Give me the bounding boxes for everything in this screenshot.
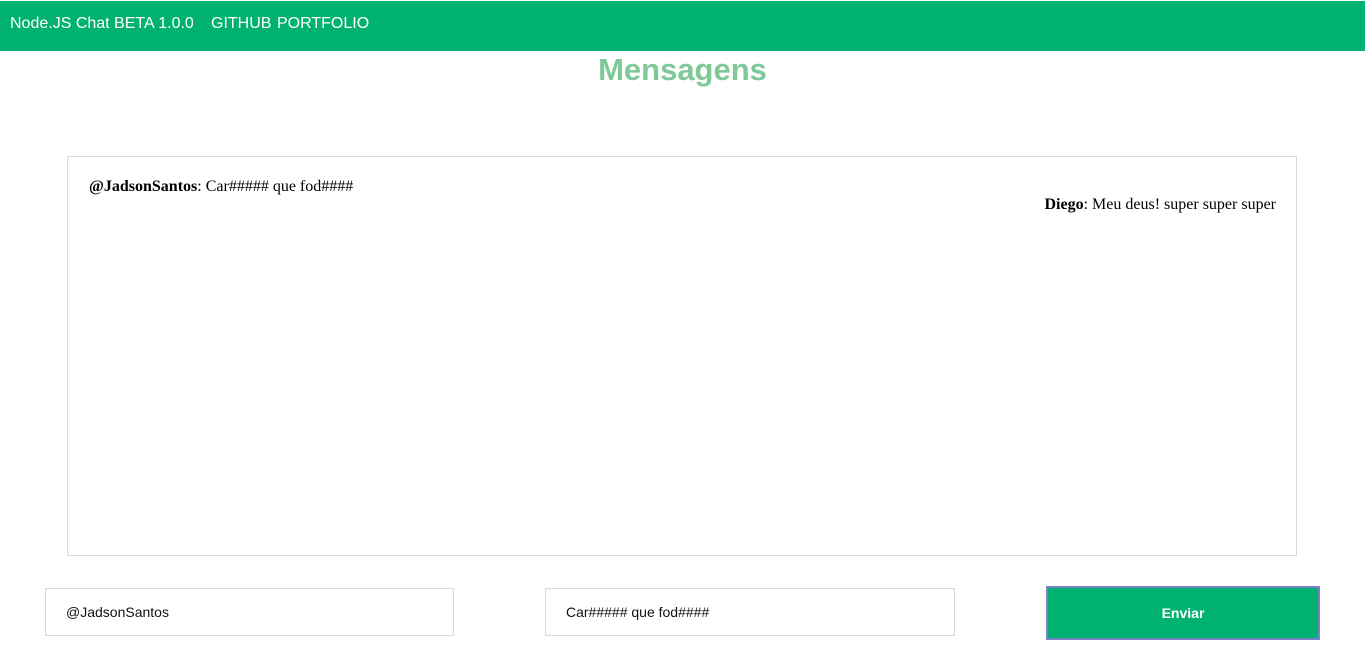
message-list[interactable]: @JadsonSantos: Car##### que fod#### Dieg… [67, 156, 1297, 556]
message-author: @JadsonSantos [89, 178, 198, 195]
send-button[interactable]: Enviar [1046, 586, 1320, 640]
message-separator: : [1083, 196, 1093, 213]
message-item: @JadsonSantos: Car##### que fod#### [89, 178, 353, 196]
message-item: Diego: Meu deus! super super super [1044, 196, 1276, 214]
navbar: Node.JS Chat BETA 1.0.0 GITHUB PORTFOLIO [0, 1, 1365, 51]
navbar-brand[interactable]: Node.JS Chat BETA 1.0.0 [10, 15, 194, 33]
page-title: Mensagens [598, 52, 767, 87]
message-text: Meu deus! super super super [1092, 196, 1276, 213]
message-text: Car##### que fod#### [205, 178, 354, 195]
username-input[interactable] [45, 588, 454, 636]
message-input[interactable] [545, 588, 955, 636]
message-separator: : [197, 178, 206, 195]
message-author: Diego [1044, 196, 1084, 213]
nav-link-portfolio[interactable]: PORTFOLIO [277, 15, 369, 33]
nav-link-github[interactable]: GITHUB [211, 15, 271, 33]
